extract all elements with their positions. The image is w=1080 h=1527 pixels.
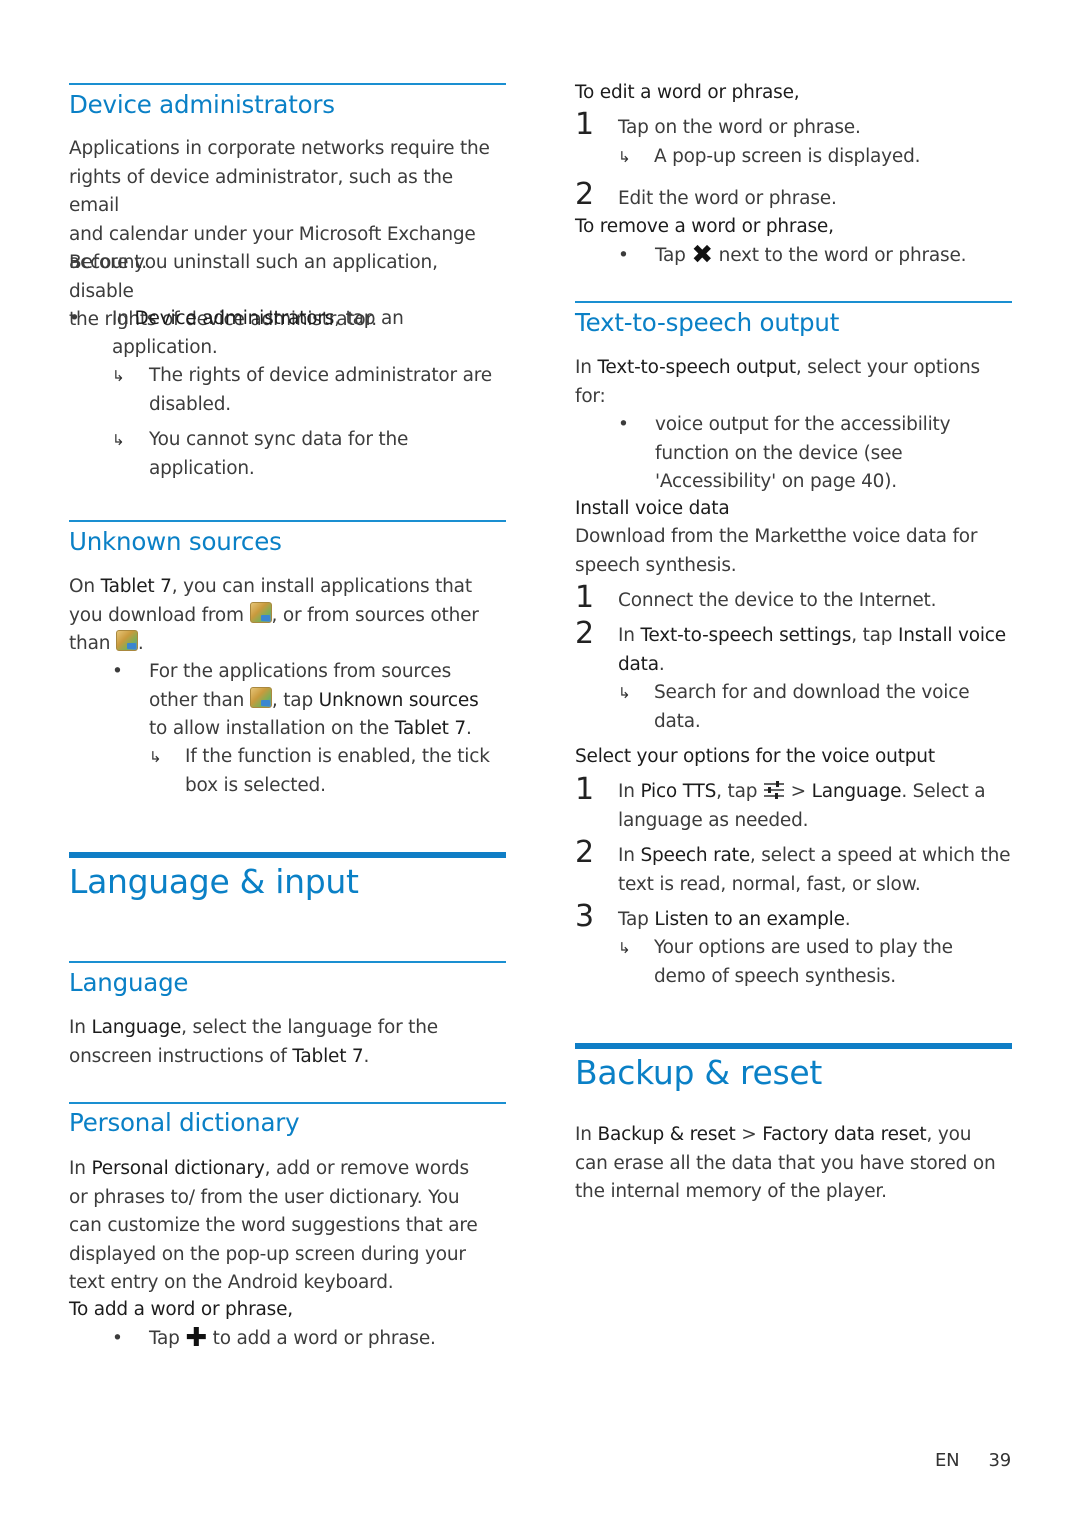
settings-sliders-icon bbox=[763, 781, 784, 799]
bullet-icon: • bbox=[69, 308, 80, 329]
market-app-icon bbox=[249, 686, 272, 708]
chapter-rule bbox=[575, 1043, 1012, 1049]
install-voice-data-paragraph: Download from the Marketthe voice data f… bbox=[575, 526, 978, 576]
install-step-2: In Text-to-speech settings, tap Install … bbox=[618, 625, 1006, 675]
add-word-label: To add a word or phrase, bbox=[69, 1299, 293, 1320]
chapter-rule bbox=[69, 852, 506, 858]
voice-option-step-2: In Speech rate, select a speed at which … bbox=[618, 845, 1011, 895]
result-arrow-icon: ↳ bbox=[618, 939, 631, 957]
plus-icon: ✚ bbox=[185, 1323, 207, 1353]
unknown-sources-paragraph: On Tablet 7, you can install application… bbox=[69, 576, 479, 654]
section-rule bbox=[69, 520, 506, 522]
bullet-icon: • bbox=[112, 661, 123, 682]
result-arrow-icon: ↳ bbox=[618, 148, 631, 166]
page-number: 39 bbox=[988, 1450, 1012, 1471]
heading-personal-dictionary: Personal dictionary bbox=[69, 1108, 300, 1137]
personal-dictionary-paragraph: In Personal dictionary, add or remove wo… bbox=[69, 1158, 478, 1293]
close-x-icon: ✖ bbox=[691, 240, 713, 270]
market-app-icon bbox=[115, 630, 138, 651]
result-arrow-icon: ↳ bbox=[618, 684, 631, 702]
bullet-icon: • bbox=[618, 414, 629, 435]
section-rule bbox=[69, 961, 506, 963]
edit-word-label: To edit a word or phrase, bbox=[575, 82, 800, 103]
heading-device-administrators: Device administrators bbox=[69, 90, 335, 119]
bullet-icon: • bbox=[112, 1328, 123, 1349]
remove-word-label: To remove a word or phrase, bbox=[575, 216, 834, 237]
install-voice-data-label: Install voice data bbox=[575, 498, 730, 519]
step-number: 1 bbox=[575, 580, 594, 615]
tts-intro: In Text-to-speech output, select your op… bbox=[575, 357, 980, 407]
edit-step-1: Tap on the word or phrase. bbox=[618, 117, 861, 138]
step-number: 2 bbox=[575, 835, 594, 870]
section-rule bbox=[575, 301, 1012, 303]
language-paragraph: In Language, select the language for the… bbox=[69, 1017, 438, 1067]
section-rule bbox=[69, 83, 506, 85]
chapter-title-language-input: Language & input bbox=[69, 862, 359, 901]
install-step-1: Connect the device to the Internet. bbox=[618, 590, 937, 611]
chapter-title-backup-reset: Backup & reset bbox=[575, 1053, 823, 1092]
result-arrow-icon: ↳ bbox=[112, 431, 125, 449]
edit-step-2: Edit the word or phrase. bbox=[618, 188, 837, 209]
voice-option-step-1: In Pico TTS, tap > Language. Select a la… bbox=[618, 781, 986, 831]
result-arrow-icon: ↳ bbox=[149, 748, 162, 766]
step-number: 3 bbox=[575, 899, 594, 934]
language-code: EN bbox=[935, 1450, 960, 1471]
step-number: 1 bbox=[575, 107, 594, 142]
heading-unknown-sources: Unknown sources bbox=[69, 527, 282, 556]
result-arrow-icon: ↳ bbox=[112, 367, 125, 385]
step-number: 2 bbox=[575, 177, 594, 212]
backup-reset-paragraph: In Backup & reset > Factory data reset, … bbox=[575, 1124, 996, 1202]
heading-text-to-speech-output: Text-to-speech output bbox=[575, 308, 840, 337]
market-app-icon bbox=[249, 601, 272, 623]
step-number: 1 bbox=[575, 772, 594, 807]
bullet-icon: • bbox=[618, 245, 629, 266]
heading-language: Language bbox=[69, 968, 189, 997]
step-number: 2 bbox=[575, 616, 594, 651]
voice-options-label: Select your options for the voice output bbox=[575, 746, 935, 767]
section-rule bbox=[69, 1102, 506, 1104]
page-footer: EN 39 bbox=[935, 1450, 1011, 1471]
voice-option-step-3: Tap Listen to an example. bbox=[618, 909, 851, 930]
